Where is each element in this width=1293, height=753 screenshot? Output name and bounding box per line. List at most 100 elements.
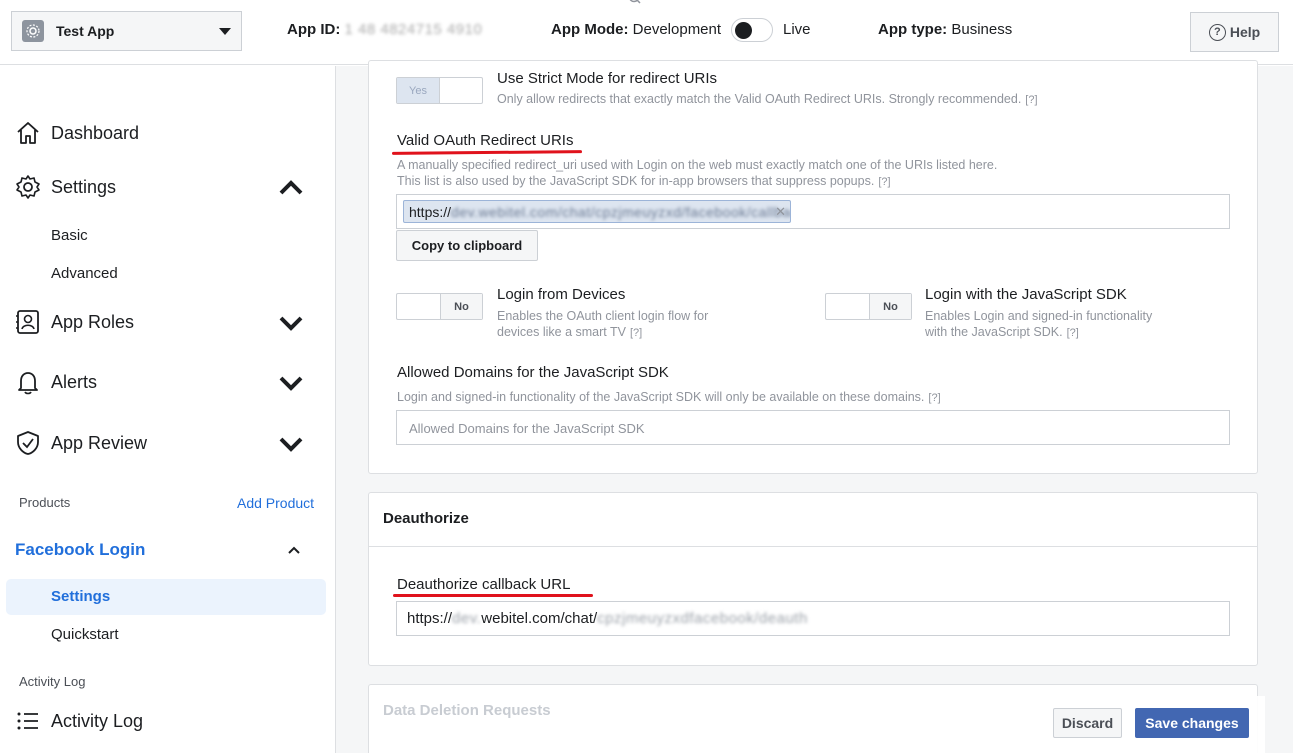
- app-type-label: App type:: [878, 21, 948, 38]
- toggle-no: No: [870, 294, 911, 319]
- sidebar-item-fl-settings[interactable]: Settings: [6, 579, 326, 615]
- add-product-link[interactable]: Add Product: [237, 495, 314, 511]
- callback-prefix: https://: [407, 610, 453, 627]
- list-icon: [17, 712, 38, 730]
- toggle-off-half: [826, 294, 870, 319]
- sidebar-item-label: App Review: [51, 432, 148, 453]
- gear-icon: [16, 175, 40, 199]
- app-type: App type: Business: [878, 21, 1012, 38]
- toggle-knob: [735, 22, 752, 39]
- top-bar: Test App App ID: 1 48 4824715 4910 App M…: [0, 0, 1293, 65]
- valid-oauth-desc-line2: This list is also used by the JavaScript…: [397, 173, 997, 190]
- sidebar-item-app-review[interactable]: App Review: [14, 429, 314, 457]
- valid-oauth-title: Valid OAuth Redirect URIs: [397, 132, 574, 149]
- divider: [369, 546, 1257, 547]
- sidebar-item-quickstart[interactable]: Quickstart: [51, 626, 119, 643]
- sidebar-item-basic[interactable]: Basic: [51, 227, 88, 244]
- sidebar-item-alerts[interactable]: Alerts: [14, 368, 314, 396]
- app-roles-icon: [16, 310, 39, 334]
- app-name: Test App: [56, 23, 115, 39]
- deauthorize-callback-title: Deauthorize callback URL: [397, 576, 571, 593]
- chevron-up-icon[interactable]: [287, 543, 301, 557]
- devices-desc-line2: devices like a smart TV [?]: [497, 324, 708, 341]
- app-mode-toggle[interactable]: [731, 18, 773, 42]
- callback-masked-1: dev.: [452, 610, 482, 627]
- sidebar-item-label: Dashboard: [51, 122, 140, 143]
- app-mode-label: App Mode:: [551, 21, 629, 38]
- app-id: App ID: 1 48 4824715 4910: [287, 21, 482, 38]
- save-changes-button[interactable]: Save changes: [1135, 708, 1249, 738]
- app-id-label: App ID:: [287, 21, 341, 38]
- copy-to-clipboard-button[interactable]: Copy to clipboard: [396, 230, 538, 261]
- question-icon: ?: [1208, 23, 1226, 41]
- sidebar-item-label: Alerts: [51, 371, 98, 392]
- help-tooltip-icon[interactable]: [?]: [878, 176, 890, 188]
- strict-mode-title: Use Strict Mode for redirect URIs: [497, 70, 718, 87]
- sidebar-item-label: App Roles: [51, 311, 135, 332]
- shield-check-icon: [17, 431, 39, 455]
- activity-log-heading: Activity Log: [19, 674, 86, 689]
- gear-icon: [22, 20, 44, 42]
- sidebar-item-facebook-login[interactable]: Facebook Login: [15, 540, 145, 560]
- sidebar-item-activity-log[interactable]: Activity Log: [14, 707, 314, 735]
- callback-masked-2: cpzjmeuyzxdfacebook/deauth: [597, 610, 808, 627]
- sidebar-item-label: Activity Log: [51, 710, 144, 731]
- sidebar-item-advanced[interactable]: Advanced: [51, 265, 118, 282]
- chevron-down-icon: [279, 376, 303, 391]
- app-id-value: 1 48 4824715 4910: [344, 21, 483, 38]
- allowed-domains-desc-text: Login and signed-in functionality of the…: [397, 390, 925, 404]
- discard-button[interactable]: Discard: [1053, 708, 1122, 738]
- live-label: Live: [783, 21, 811, 38]
- valid-oauth-desc: A manually specified redirect_uri used w…: [397, 157, 997, 190]
- login-js-sdk-toggle[interactable]: No: [825, 293, 912, 320]
- sidebar-item-label: Settings: [51, 588, 111, 605]
- redirect-uri-prefix: https://: [409, 203, 452, 220]
- annotation-underline: [393, 594, 593, 597]
- callback-host: webitel.com/chat/: [481, 610, 598, 627]
- data-deletion-heading: Data Deletion Requests: [383, 702, 551, 719]
- redirect-uri-masked: dev.webitel.com/chat/cpzjmeuyzxd/faceboo…: [451, 203, 791, 220]
- chevron-down-icon: [279, 316, 303, 331]
- caret-down-icon: [219, 27, 231, 35]
- allowed-domains-desc: Login and signed-in functionality of the…: [397, 389, 941, 406]
- valid-oauth-desc-line1: A manually specified redirect_uri used w…: [397, 158, 998, 172]
- deauthorize-heading: Deauthorize: [383, 510, 469, 527]
- login-from-devices-title: Login from Devices: [497, 286, 626, 303]
- jssdk-desc-text: with the JavaScript SDK.: [925, 325, 1063, 339]
- toggle-yes: Yes: [397, 78, 440, 103]
- sidebar-item-app-roles[interactable]: App Roles: [14, 308, 314, 336]
- strict-mode-toggle[interactable]: Yes: [396, 77, 483, 104]
- jssdk-desc-line1: Enables Login and signed-in functionalit…: [925, 309, 1153, 323]
- help-tooltip-icon[interactable]: [?]: [1067, 327, 1079, 339]
- help-tooltip-icon[interactable]: [?]: [630, 327, 642, 339]
- strict-mode-desc-text: Only allow redirects that exactly match …: [497, 92, 1022, 106]
- allowed-domains-input[interactable]: Allowed Domains for the JavaScript SDK: [396, 410, 1230, 445]
- app-selector[interactable]: Test App: [11, 11, 242, 51]
- help-button[interactable]: ? Help: [1190, 12, 1279, 52]
- sidebar-item-settings[interactable]: Settings: [14, 173, 314, 201]
- devices-desc-text: devices like a smart TV: [497, 325, 626, 339]
- valid-oauth-desc-text: This list is also used by the JavaScript…: [397, 174, 875, 188]
- login-from-devices-toggle[interactable]: No: [396, 293, 483, 320]
- sidebar: [0, 66, 336, 753]
- redirect-uri-token[interactable]: https://dev.webitel.com/chat/cpzjmeuyzxd…: [403, 200, 791, 223]
- products-heading: Products: [19, 495, 71, 510]
- allowed-domains-title: Allowed Domains for the JavaScript SDK: [397, 364, 669, 381]
- help-tooltip-icon[interactable]: [?]: [928, 392, 940, 404]
- redirect-uris-input[interactable]: https://dev.webitel.com/chat/cpzjmeuyzxd…: [396, 194, 1230, 229]
- app-mode-value: Development: [632, 21, 722, 38]
- login-from-devices-desc: Enables the OAuth client login flow for …: [497, 308, 708, 341]
- allowed-domains-placeholder: Allowed Domains for the JavaScript SDK: [409, 421, 645, 436]
- help-tooltip-icon[interactable]: [?]: [1025, 94, 1037, 106]
- deauthorize-callback-input[interactable]: https://dev.webitel.com/chat/cpzjmeuyzxd…: [396, 601, 1230, 636]
- search-icon[interactable]: [628, 0, 642, 8]
- app-mode: App Mode: Development: [551, 21, 721, 38]
- strict-mode-desc: Only allow redirects that exactly match …: [497, 91, 1038, 108]
- sidebar-item-dashboard[interactable]: Dashboard: [14, 119, 314, 147]
- devices-desc-line1: Enables the OAuth client login flow for: [497, 309, 709, 323]
- app-type-value: Business: [951, 21, 1013, 38]
- sidebar-item-label: Settings: [51, 176, 117, 197]
- login-js-sdk-desc: Enables Login and signed-in functionalit…: [925, 308, 1152, 341]
- remove-token-icon[interactable]: ✕: [775, 204, 786, 220]
- help-label: Help: [1229, 24, 1261, 40]
